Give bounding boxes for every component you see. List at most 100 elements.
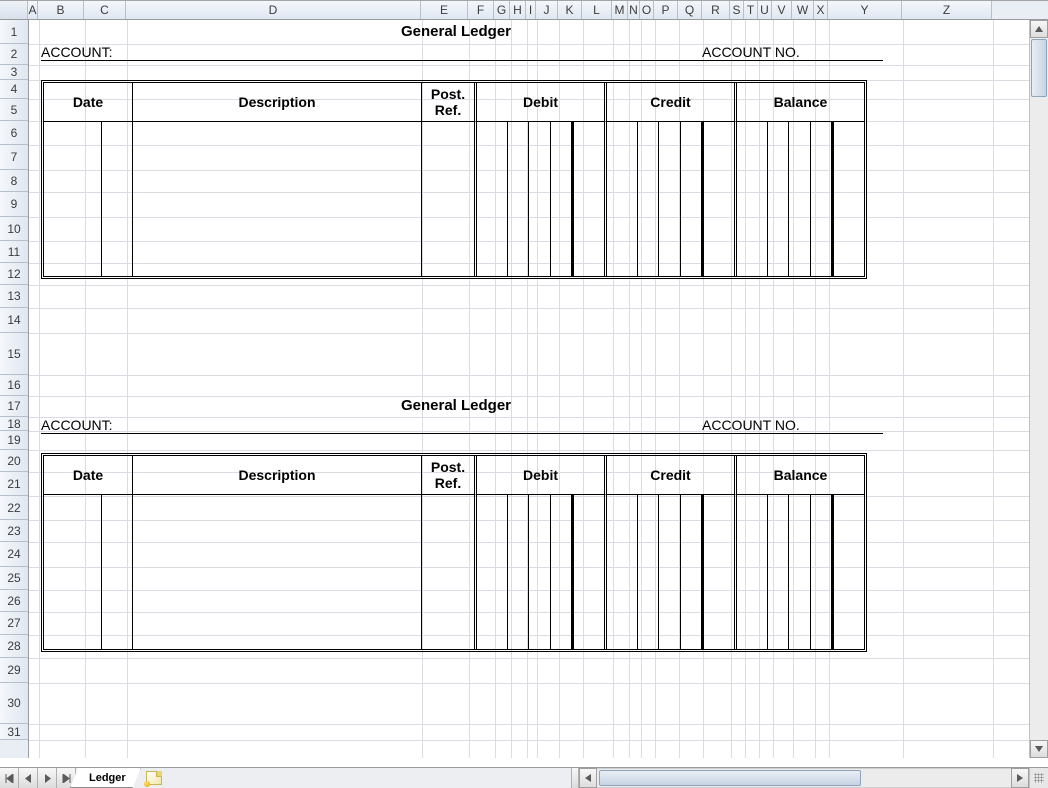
col-header-M[interactable]: M [612,1,628,19]
row-header-29[interactable]: 29 [0,658,28,683]
hscroll-track[interactable] [597,768,1011,788]
col-header-Z[interactable]: Z [902,1,992,19]
col-header-X[interactable]: X [814,1,828,19]
col-debit: Debit [474,83,604,122]
col-header-I[interactable]: I [526,1,536,19]
resize-grip[interactable] [1029,768,1048,788]
row-header-28[interactable]: 28 [0,635,28,658]
col-header-W[interactable]: W [792,1,814,19]
sheet-tab-bar: Ledger [0,767,1048,788]
scroll-left-button[interactable] [579,768,597,788]
col-header-A[interactable]: A [28,1,38,19]
col-postref: Post.Ref. [422,83,474,122]
scroll-down-button[interactable] [1030,740,1048,758]
col-header-K[interactable]: K [558,1,582,19]
tab-first-button[interactable] [0,768,19,788]
col-header-F[interactable]: F [468,1,494,19]
row-header-2[interactable]: 2 [0,44,28,65]
account-label: ACCOUNT: [41,44,702,60]
col-header-H[interactable]: H [510,1,526,19]
col-header-D[interactable]: D [126,1,421,19]
row-header-13[interactable]: 13 [0,285,28,308]
row-header-31[interactable]: 31 [0,724,28,740]
col-header-J[interactable]: J [536,1,558,19]
col-header-Y[interactable]: Y [828,1,902,19]
ledger-table: DateDescriptionPost.Ref.DebitCreditBalan… [41,453,867,652]
row-header-25[interactable]: 25 [0,567,28,590]
scroll-right-button[interactable] [1011,768,1029,788]
row-header-14[interactable]: 14 [0,308,28,333]
row-header-15[interactable]: 15 [0,333,28,375]
row-header-26[interactable]: 26 [0,590,28,612]
ledger-table-2: DateDescriptionPost.Ref.DebitCreditBalan… [41,453,867,652]
row-header-22[interactable]: 22 [0,496,28,520]
col-balance: Balance [734,83,864,122]
ledger-table: DateDescriptionPost.Ref.DebitCreditBalan… [41,80,867,279]
account-label: ACCOUNT: [41,417,702,433]
col-balance: Balance [734,456,864,495]
scroll-up-button[interactable] [1030,20,1048,38]
chevron-down-icon [1035,746,1043,752]
row-header-19[interactable]: 19 [0,431,28,450]
col-header-N[interactable]: N [628,1,640,19]
row-ruler[interactable]: 1234567891011121314151617181920212223242… [0,20,29,758]
tab-splitter[interactable] [571,768,579,788]
row-header-5[interactable]: 5 [0,99,28,121]
hscroll-thumb[interactable] [599,770,861,786]
col-header-B[interactable]: B [38,1,84,19]
row-header-24[interactable]: 24 [0,542,28,567]
row-header-27[interactable]: 27 [0,612,28,635]
col-header-V[interactable]: V [772,1,792,19]
tab-next-button[interactable] [38,768,57,788]
col-header-P[interactable]: P [654,1,678,19]
row-header-8[interactable]: 8 [0,170,28,192]
col-header-S[interactable]: S [730,1,744,19]
col-description: Description [132,456,422,495]
column-ruler[interactable]: ABCDEFGHIJKLMNOPQRSTUVWXYZ [0,0,1048,20]
row-header-12[interactable]: 12 [0,263,28,285]
col-header-T[interactable]: T [744,1,758,19]
row-header-6[interactable]: 6 [0,121,28,145]
col-postref: Post.Ref. [422,456,474,495]
row-header-4[interactable]: 4 [0,80,28,99]
row-header-9[interactable]: 9 [0,192,28,217]
row-header-20[interactable]: 20 [0,450,28,472]
row-header-10[interactable]: 10 [0,217,28,241]
worksheet-grid[interactable]: General Ledger ACCOUNT: ACCOUNT NO. Date… [29,20,1029,758]
row-header-30[interactable]: 30 [0,683,28,724]
col-header-Q[interactable]: Q [678,1,702,19]
row-header-3[interactable]: 3 [0,65,28,80]
col-header-E[interactable]: E [421,1,468,19]
col-header-R[interactable]: R [702,1,730,19]
col-credit: Credit [604,83,734,122]
new-sheet-icon [146,771,162,785]
new-sheet-button[interactable] [143,768,165,788]
tab-nav [0,768,76,788]
row-header-18[interactable]: 18 [0,417,28,431]
col-header-O[interactable]: O [640,1,654,19]
row-header-7[interactable]: 7 [0,145,28,170]
row-header-11[interactable]: 11 [0,241,28,263]
col-header-C[interactable]: C [84,1,126,19]
chevron-up-icon [1035,26,1043,32]
horizontal-scrollbar[interactable] [579,768,1029,788]
col-header-L[interactable]: L [582,1,612,19]
row-header-16[interactable]: 16 [0,375,28,396]
row-header-21[interactable]: 21 [0,472,28,496]
ledger-title: General Ledger [41,397,871,414]
vscroll-thumb[interactable] [1031,39,1047,97]
vertical-scrollbar[interactable] [1029,20,1048,758]
col-header-corner[interactable] [0,1,28,19]
col-header-G[interactable]: G [494,1,510,19]
chevron-right-icon [1017,774,1023,782]
row-header-1[interactable]: 1 [0,20,28,44]
row-header-17[interactable]: 17 [0,396,28,417]
ledger-table-1: DateDescriptionPost.Ref.DebitCreditBalan… [41,80,867,279]
col-header-U[interactable]: U [758,1,772,19]
col-credit: Credit [604,456,734,495]
tab-prev-button[interactable] [19,768,38,788]
row-header-23[interactable]: 23 [0,520,28,542]
vscroll-track[interactable] [1030,38,1048,740]
col-debit: Debit [474,456,604,495]
sheet-tab-active[interactable]: Ledger [70,768,141,788]
